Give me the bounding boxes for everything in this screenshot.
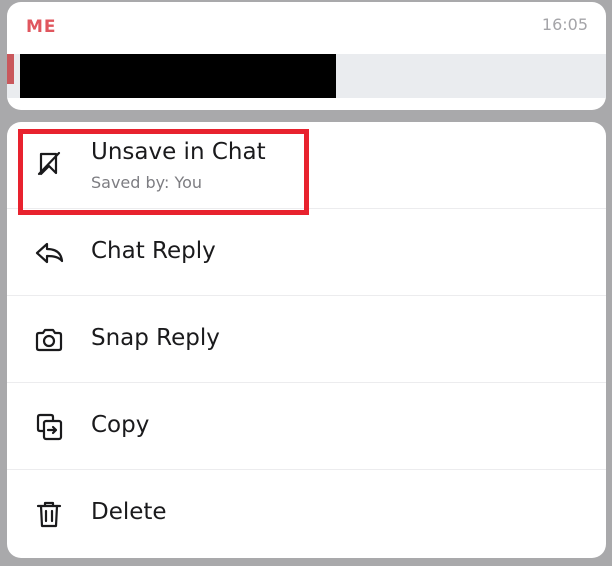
menu-item-label: Unsave in Chat <box>91 139 266 165</box>
message-row[interactable] <box>7 54 606 98</box>
menu-item-label: Copy <box>91 412 150 438</box>
message-card[interactable]: ME 16:05 <box>7 2 606 110</box>
menu-item-chat-reply[interactable]: Chat Reply <box>7 209 606 296</box>
redacted-message-text <box>20 54 336 98</box>
menu-item-snap-reply[interactable]: Snap Reply <box>7 296 606 383</box>
message-timestamp: 16:05 <box>541 15 588 34</box>
menu-item-label: Snap Reply <box>91 325 220 351</box>
context-menu: Unsave in Chat Saved by: You Chat Reply … <box>7 122 606 558</box>
sender-label: ME <box>26 17 57 37</box>
trash-icon <box>33 498 65 530</box>
camera-icon <box>33 324 65 356</box>
saved-marker <box>7 54 14 84</box>
menu-item-sublabel: Saved by: You <box>91 173 203 192</box>
menu-item-delete[interactable]: Delete <box>7 470 606 557</box>
menu-item-unsave-in-chat[interactable]: Unsave in Chat Saved by: You <box>7 122 606 209</box>
menu-item-copy[interactable]: Copy <box>7 383 606 470</box>
copy-icon <box>33 411 65 443</box>
reply-arrow-icon <box>33 237 65 269</box>
menu-item-label: Delete <box>91 499 167 525</box>
unsave-icon <box>33 147 65 179</box>
menu-item-label: Chat Reply <box>91 238 216 264</box>
